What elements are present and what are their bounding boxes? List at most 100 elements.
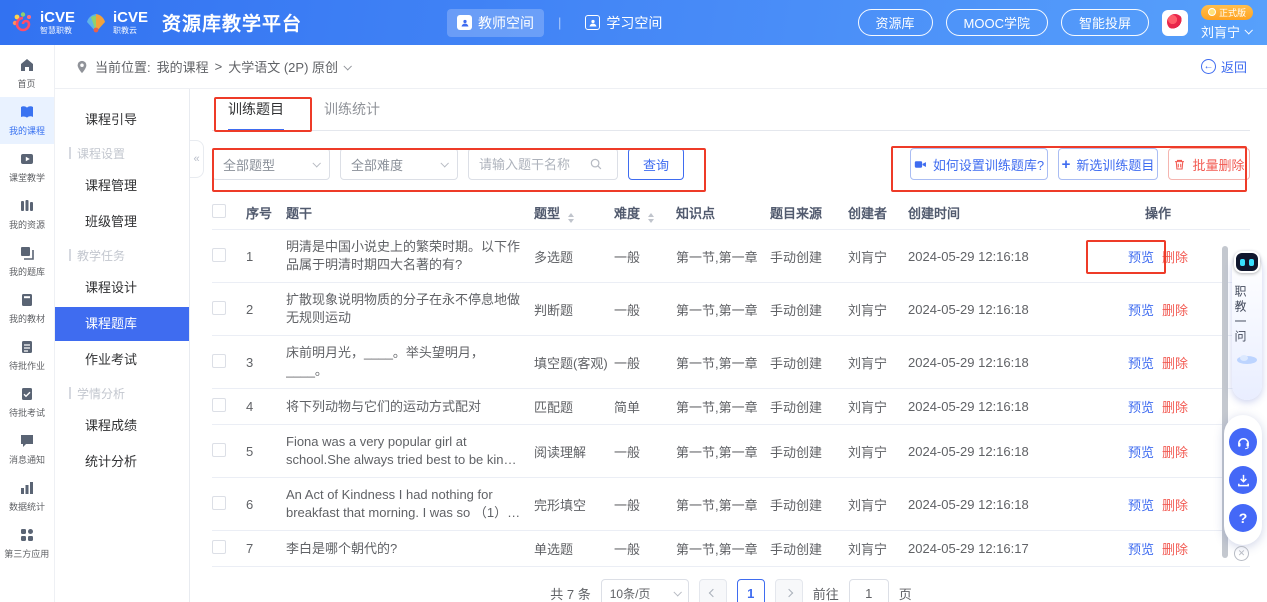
rail-item-data-statistics[interactable]: 数据统计 [0, 473, 54, 520]
batch-delete-button[interactable]: 批量删除 [1168, 148, 1250, 180]
sidebar-item-course-guide[interactable]: 课程引导 [55, 103, 189, 137]
breadcrumb-path[interactable]: 我的课程 [157, 57, 209, 76]
cell-type: 单选题 [534, 539, 614, 558]
help-setup-button[interactable]: 如何设置训练题库? [910, 148, 1048, 180]
help-button[interactable]: ? [1229, 504, 1257, 532]
sidebar-item-statistics-analysis[interactable]: 统计分析 [55, 445, 189, 479]
sort-icon[interactable] [568, 213, 574, 223]
preview-link[interactable]: 预览 [1128, 250, 1154, 265]
sidebar-collapse-button[interactable]: « [190, 140, 204, 178]
rail-item-third-party-apps[interactable]: 第三方应用 [0, 520, 54, 567]
search-icon [589, 157, 603, 171]
avatar[interactable] [1162, 10, 1188, 36]
next-page-button[interactable] [775, 579, 803, 602]
cell-difficulty: 一般 [614, 300, 676, 319]
difficulty-select[interactable]: 全部难度 [340, 148, 458, 180]
nav-teacher-space[interactable]: 教师空间 [447, 9, 544, 37]
page-size-select[interactable]: 10条/页 [601, 579, 689, 602]
tab-training-statistics[interactable]: 训练统计 [324, 89, 380, 130]
goto-page-input[interactable] [849, 579, 889, 602]
preview-link[interactable]: 预览 [1128, 303, 1154, 318]
sidebar-section-teaching-tasks: 教学任务 [55, 241, 189, 269]
tab-training-questions[interactable]: 训练题目 [228, 89, 284, 130]
sidebar-item-course-question-bank[interactable]: 课程题库 [55, 307, 189, 341]
row-checkbox[interactable] [212, 301, 226, 315]
row-checkbox[interactable] [212, 248, 226, 262]
nav-learning-space[interactable]: 学习空间 [575, 9, 672, 37]
rail-item-my-resources[interactable]: 我的资源 [0, 191, 54, 238]
sidebar-item-course-grades[interactable]: 课程成绩 [55, 409, 189, 443]
sidebar-menu: 课程引导课程设置课程管理班级管理教学任务课程设计课程题库作业考试学情分析课程成绩… [55, 89, 190, 602]
header-type[interactable]: 题型 [534, 203, 614, 223]
sidebar-item-homework-exam[interactable]: 作业考试 [55, 343, 189, 377]
smart-casting-button[interactable]: 智能投屏 [1061, 9, 1149, 36]
rail-item-label: 我的资源 [9, 217, 45, 230]
row-checkbox[interactable] [212, 398, 226, 412]
delete-link[interactable]: 删除 [1162, 542, 1188, 557]
preview-link[interactable]: 预览 [1128, 445, 1154, 460]
preview-link[interactable]: 预览 [1128, 498, 1154, 513]
header-difficulty[interactable]: 难度 [614, 203, 676, 223]
cell-created: 2024-05-29 12:16:18 [908, 355, 1066, 370]
delete-link[interactable]: 删除 [1162, 498, 1188, 513]
breadcrumb-course[interactable]: 大学语文 (2P) 原创 [228, 57, 338, 76]
icon-rail: 首页我的课程课堂教学我的资源我的题库我的教材待批作业待批考试消息通知数据统计第三… [0, 45, 55, 602]
rail-item-pending-homework[interactable]: 待批作业 [0, 332, 54, 379]
rail-item-my-textbooks[interactable]: 我的教材 [0, 285, 54, 332]
row-checkbox[interactable] [212, 496, 226, 510]
row-checkbox-cell [212, 301, 246, 318]
chevron-down-icon[interactable] [343, 62, 351, 70]
logo-title: iCVE [40, 10, 75, 25]
add-training-questions-button[interactable]: + 新选训练题目 [1058, 148, 1158, 180]
query-button[interactable]: 查询 [628, 148, 684, 180]
delete-link[interactable]: 删除 [1162, 303, 1188, 318]
user-block[interactable]: 正式版 刘肓宁 [1201, 5, 1253, 41]
peacock-logo-icon [10, 10, 36, 36]
stem-text: Fiona was a very popular girl at school.… [286, 433, 522, 469]
play-icon [19, 151, 35, 167]
nav-label: 学习空间 [606, 13, 662, 33]
preview-link[interactable]: 预览 [1128, 400, 1154, 415]
rail-item-pending-exams[interactable]: 待批考试 [0, 379, 54, 426]
question-type-select[interactable]: 全部题型 [212, 148, 330, 180]
preview-link[interactable]: 预览 [1128, 356, 1154, 371]
close-widget-button[interactable]: ✕ [1234, 546, 1249, 561]
plus-icon: + [1062, 156, 1071, 173]
page-size-value: 10条/页 [610, 585, 651, 602]
sidebar-item-class-management[interactable]: 班级管理 [55, 205, 189, 239]
cell-source: 手动创建 [770, 397, 848, 416]
select-all-checkbox[interactable] [212, 204, 226, 218]
logo-subtitle: 智慧职教 [40, 27, 75, 35]
sidebar-item-course-design[interactable]: 课程设计 [55, 271, 189, 305]
delete-link[interactable]: 删除 [1162, 250, 1188, 265]
rail-item-classroom-teaching[interactable]: 课堂教学 [0, 144, 54, 191]
cell-created: 2024-05-29 12:16:18 [908, 249, 1066, 264]
row-checkbox[interactable] [212, 443, 226, 457]
back-label: 返回 [1221, 57, 1247, 76]
customer-service-button[interactable] [1229, 428, 1257, 456]
row-checkbox[interactable] [212, 354, 226, 368]
sort-icon[interactable] [648, 213, 654, 223]
rail-item-my-question-bank[interactable]: 我的题库 [0, 238, 54, 285]
row-checkbox[interactable] [212, 540, 226, 554]
delete-link[interactable]: 删除 [1162, 356, 1188, 371]
preview-link[interactable]: 预览 [1128, 542, 1154, 557]
resource-library-button[interactable]: 资源库 [858, 9, 933, 36]
prev-page-button[interactable] [699, 579, 727, 602]
rail-item-my-courses[interactable]: 我的课程 [0, 97, 54, 144]
delete-link[interactable]: 删除 [1162, 400, 1188, 415]
cell-difficulty: 简单 [614, 397, 676, 416]
ai-assistant-widget[interactable]: 职教一问 [1232, 254, 1262, 400]
rail-item-home[interactable]: 首页 [0, 50, 54, 97]
stem-search-input[interactable] [479, 157, 589, 172]
delete-link[interactable]: 删除 [1162, 445, 1188, 460]
rail-item-messages[interactable]: 消息通知 [0, 426, 54, 473]
mooc-academy-button[interactable]: MOOC学院 [946, 9, 1048, 36]
version-badge-label: 正式版 [1219, 6, 1246, 19]
download-button[interactable] [1229, 466, 1257, 494]
back-button[interactable]: ← 返回 [1201, 57, 1247, 76]
video-icon [914, 158, 927, 171]
page-number-button[interactable]: 1 [737, 579, 765, 602]
table-row: 6An Act of Kindness I had nothing for br… [212, 478, 1250, 531]
sidebar-item-course-management[interactable]: 课程管理 [55, 169, 189, 203]
